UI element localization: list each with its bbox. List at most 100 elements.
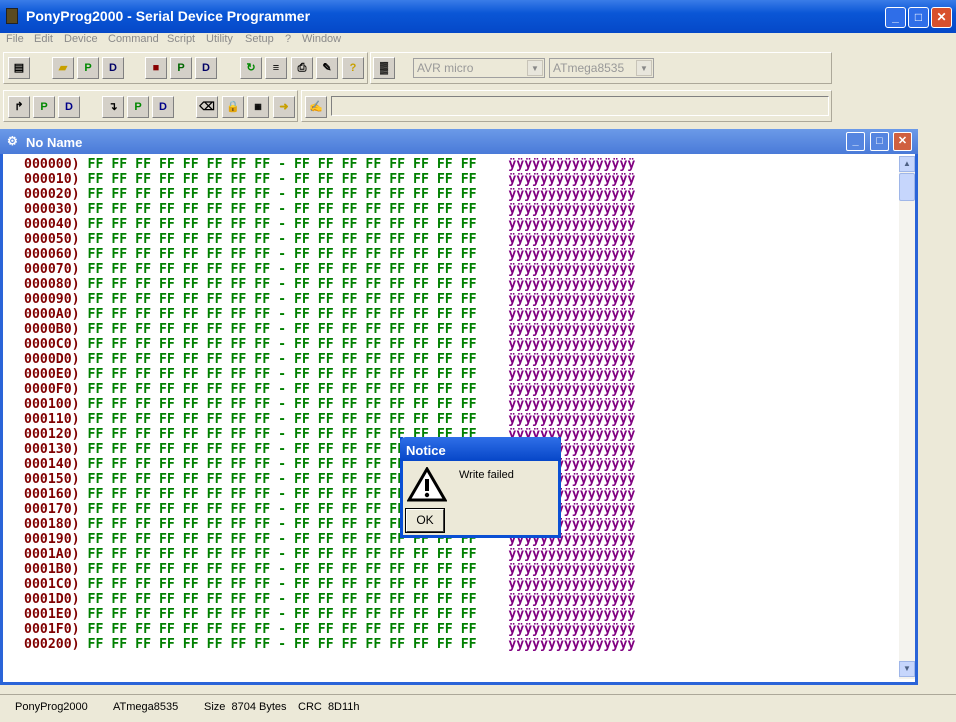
app-title: PonyProg2000 - Serial Device Programmer xyxy=(26,8,311,24)
row-address: 000070) xyxy=(24,262,80,277)
row-address: 0000B0) xyxy=(24,322,80,337)
ok-button[interactable]: OK xyxy=(405,508,445,533)
row-address: 000110) xyxy=(24,412,80,427)
row-address: 0001C0) xyxy=(24,577,80,592)
row-address: 000150) xyxy=(24,472,80,487)
edit-buffer-icon[interactable]: ≡ xyxy=(265,57,287,79)
menu-setup[interactable]: Setup xyxy=(245,33,274,45)
hex-row: 000000) FF FF FF FF FF FF FF FF - FF FF … xyxy=(24,157,635,172)
read-all-icon[interactable]: ↱ xyxy=(8,96,30,118)
setup-wrench-icon[interactable]: ✎ xyxy=(316,57,338,79)
device-family-select[interactable]: AVR micro ▼ xyxy=(413,58,545,78)
chevron-down-icon[interactable]: ▼ xyxy=(527,60,543,76)
program-arrow-icon[interactable]: ➜ xyxy=(273,96,295,118)
new-window-icon[interactable]: ▤ xyxy=(8,57,30,79)
erase-icon[interactable]: ⌫ xyxy=(196,96,218,118)
row-address: 000090) xyxy=(24,292,80,307)
row-ascii: ÿÿÿÿÿÿÿÿÿÿÿÿÿÿÿÿ xyxy=(508,217,636,232)
open-program-file-icon[interactable]: P xyxy=(77,57,99,79)
save-program-icon[interactable]: P xyxy=(170,57,192,79)
scroll-thumb[interactable] xyxy=(899,173,915,201)
row-address: 0000D0) xyxy=(24,352,80,367)
minimize-button[interactable]: _ xyxy=(885,7,906,28)
device-family-value: AVR micro xyxy=(417,61,474,75)
row-ascii: ÿÿÿÿÿÿÿÿÿÿÿÿÿÿÿÿ xyxy=(508,247,636,262)
lock-icon[interactable]: 🔒 xyxy=(222,96,244,118)
hex-dump[interactable]: 000000) FF FF FF FF FF FF FF FF - FF FF … xyxy=(24,157,635,652)
save-data-icon[interactable]: D xyxy=(195,57,217,79)
write-all-icon[interactable]: ↴ xyxy=(102,96,124,118)
chevron-down-icon[interactable]: ▼ xyxy=(636,60,652,76)
scroll-up-icon[interactable]: ▲ xyxy=(899,156,915,172)
row-address: 000200) xyxy=(24,637,80,652)
maximize-button[interactable]: □ xyxy=(908,7,929,28)
menu-command[interactable]: Command xyxy=(108,33,159,45)
menu-utility[interactable]: Utility xyxy=(206,33,233,45)
row-ascii: ÿÿÿÿÿÿÿÿÿÿÿÿÿÿÿÿ xyxy=(508,547,636,562)
row-address: 0000C0) xyxy=(24,337,80,352)
row-ascii: ÿÿÿÿÿÿÿÿÿÿÿÿÿÿÿÿ xyxy=(508,322,636,337)
hex-row: 0001B0) FF FF FF FF FF FF FF FF - FF FF … xyxy=(24,562,635,577)
reload-icon[interactable]: ↻ xyxy=(240,57,262,79)
help-icon[interactable]: ? xyxy=(342,57,364,79)
row-bytes: FF FF FF FF FF FF FF FF - FF FF FF FF FF… xyxy=(87,607,477,622)
menu-window[interactable]: Window xyxy=(302,33,341,45)
row-ascii: ÿÿÿÿÿÿÿÿÿÿÿÿÿÿÿÿ xyxy=(508,172,636,187)
read-data-icon[interactable]: D xyxy=(58,96,80,118)
row-bytes: FF FF FF FF FF FF FF FF - FF FF FF FF FF… xyxy=(87,367,477,382)
open-data-file-icon[interactable]: D xyxy=(102,57,124,79)
row-bytes: FF FF FF FF FF FF FF FF - FF FF FF FF FF… xyxy=(87,172,477,187)
hex-row: 000020) FF FF FF FF FF FF FF FF - FF FF … xyxy=(24,187,635,202)
row-address: 000080) xyxy=(24,277,80,292)
child-maximize-button[interactable]: □ xyxy=(870,132,889,151)
row-address: 000100) xyxy=(24,397,80,412)
device-type-value: ATmega8535 xyxy=(553,61,625,75)
row-ascii: ÿÿÿÿÿÿÿÿÿÿÿÿÿÿÿÿ xyxy=(508,367,636,382)
write-data-icon[interactable]: D xyxy=(152,96,174,118)
save-icon[interactable]: ■ xyxy=(145,57,167,79)
hex-row: 0000A0) FF FF FF FF FF FF FF FF - FF FF … xyxy=(24,307,635,322)
open-file-icon[interactable]: ▰ xyxy=(52,57,74,79)
row-ascii: ÿÿÿÿÿÿÿÿÿÿÿÿÿÿÿÿ xyxy=(508,382,636,397)
write-program-icon[interactable]: P xyxy=(127,96,149,118)
row-ascii: ÿÿÿÿÿÿÿÿÿÿÿÿÿÿÿÿ xyxy=(508,562,636,577)
menu-script[interactable]: Script xyxy=(167,33,195,45)
scroll-down-icon[interactable]: ▼ xyxy=(899,661,915,677)
hex-row: 0001D0) FF FF FF FF FF FF FF FF - FF FF … xyxy=(24,592,635,607)
close-button[interactable]: ✕ xyxy=(931,7,952,28)
row-ascii: ÿÿÿÿÿÿÿÿÿÿÿÿÿÿÿÿ xyxy=(508,157,636,172)
device-type-select[interactable]: ATmega8535 ▼ xyxy=(549,58,654,78)
hex-row: 0000B0) FF FF FF FF FF FF FF FF - FF FF … xyxy=(24,322,635,337)
menu-device[interactable]: Device xyxy=(64,33,98,45)
row-bytes: FF FF FF FF FF FF FF FF - FF FF FF FF FF… xyxy=(87,577,477,592)
chip-icon[interactable]: ▓ xyxy=(373,57,395,79)
hex-row: 000010) FF FF FF FF FF FF FF FF - FF FF … xyxy=(24,172,635,187)
row-address: 000000) xyxy=(24,157,80,172)
row-address: 000020) xyxy=(24,187,80,202)
vertical-scrollbar[interactable]: ▲ ▼ xyxy=(899,156,915,679)
edit-note-icon[interactable]: ✍ xyxy=(305,96,327,118)
child-minimize-button[interactable]: _ xyxy=(846,132,865,151)
row-ascii: ÿÿÿÿÿÿÿÿÿÿÿÿÿÿÿÿ xyxy=(508,262,636,277)
row-bytes: FF FF FF FF FF FF FF FF - FF FF FF FF FF… xyxy=(87,547,477,562)
hex-row: 000080) FF FF FF FF FF FF FF FF - FF FF … xyxy=(24,277,635,292)
row-ascii: ÿÿÿÿÿÿÿÿÿÿÿÿÿÿÿÿ xyxy=(508,637,636,652)
read-program-icon[interactable]: P xyxy=(33,96,55,118)
row-bytes: FF FF FF FF FF FF FF FF - FF FF FF FF FF… xyxy=(87,187,477,202)
row-bytes: FF FF FF FF FF FF FF FF - FF FF FF FF FF… xyxy=(87,232,477,247)
note-field[interactable] xyxy=(331,96,829,116)
row-address: 000160) xyxy=(24,487,80,502)
print-icon[interactable]: ⎙ xyxy=(291,57,313,79)
menu-file[interactable]: File xyxy=(6,33,24,45)
hex-row: 0000E0) FF FF FF FF FF FF FF FF - FF FF … xyxy=(24,367,635,382)
row-address: 0001D0) xyxy=(24,592,80,607)
status-bar: PonyProg2000 ATmega8535 Size 8704 Bytes … xyxy=(0,694,956,718)
row-address: 000050) xyxy=(24,232,80,247)
config-bits-icon[interactable]: ▦ xyxy=(247,96,269,118)
child-close-button[interactable]: ✕ xyxy=(893,132,912,151)
menu-help[interactable]: ? xyxy=(285,33,291,45)
row-ascii: ÿÿÿÿÿÿÿÿÿÿÿÿÿÿÿÿ xyxy=(508,397,636,412)
menu-edit[interactable]: Edit xyxy=(34,33,53,45)
row-ascii: ÿÿÿÿÿÿÿÿÿÿÿÿÿÿÿÿ xyxy=(508,187,636,202)
row-ascii: ÿÿÿÿÿÿÿÿÿÿÿÿÿÿÿÿ xyxy=(508,412,636,427)
